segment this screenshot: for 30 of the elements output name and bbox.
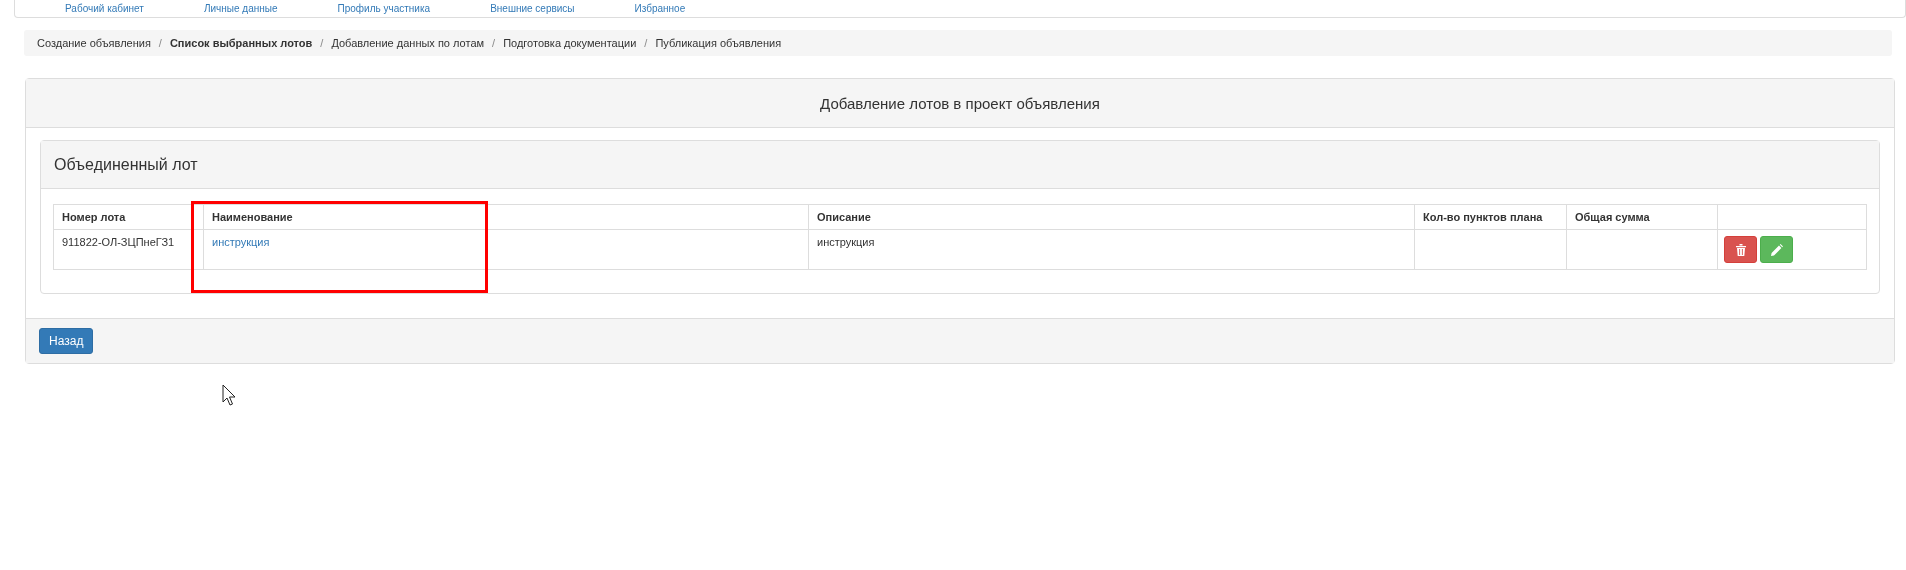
table-cell: 911822-ОЛ-ЗЦПнеГЗ1	[53, 229, 204, 270]
nav-link[interactable]: Избранное	[634, 3, 686, 17]
breadcrumb-separator: /	[492, 37, 496, 49]
breadcrumb-separator: /	[158, 37, 162, 49]
table-cell: инструкция	[808, 229, 1415, 270]
nav-link[interactable]: Внешние сервисы	[490, 3, 575, 17]
column-header: Кол-во пунктов плана	[1414, 204, 1567, 230]
nav-link[interactable]: Профиль участника	[337, 3, 431, 17]
column-header: Номер лота	[53, 204, 204, 230]
breadcrumb-item[interactable]: Добавление данных по лотам	[331, 37, 485, 49]
pencil-icon	[1770, 243, 1783, 256]
column-header: Общая сумма	[1566, 204, 1718, 230]
breadcrumb-item[interactable]: Подготовка документации	[503, 37, 637, 49]
breadcrumb-item[interactable]: Создание объявления	[37, 37, 151, 49]
panel-title: Добавление лотов в проект объявления	[820, 94, 1100, 112]
nav-link[interactable]: Личные данные	[203, 3, 278, 17]
delete-button[interactable]	[1724, 236, 1757, 263]
breadcrumb-separator: /	[320, 37, 324, 49]
column-header: Наименование	[203, 204, 809, 230]
mouse-cursor-icon	[222, 384, 236, 406]
back-button[interactable]: Назад	[39, 328, 94, 354]
column-header: Описание	[808, 204, 1415, 230]
lot-name-link[interactable]: инструкция	[212, 236, 270, 248]
trash-icon	[1735, 243, 1746, 256]
edit-button[interactable]	[1760, 236, 1793, 263]
breadcrumb-item[interactable]: Публикация объявления	[655, 37, 782, 49]
breadcrumb-separator: /	[644, 37, 648, 49]
nav-link[interactable]: Рабочий кабинет	[65, 3, 144, 17]
lot-panel-title: Объединенный лот	[54, 155, 198, 174]
breadcrumb-item[interactable]: Список выбранных лотов	[169, 37, 313, 49]
